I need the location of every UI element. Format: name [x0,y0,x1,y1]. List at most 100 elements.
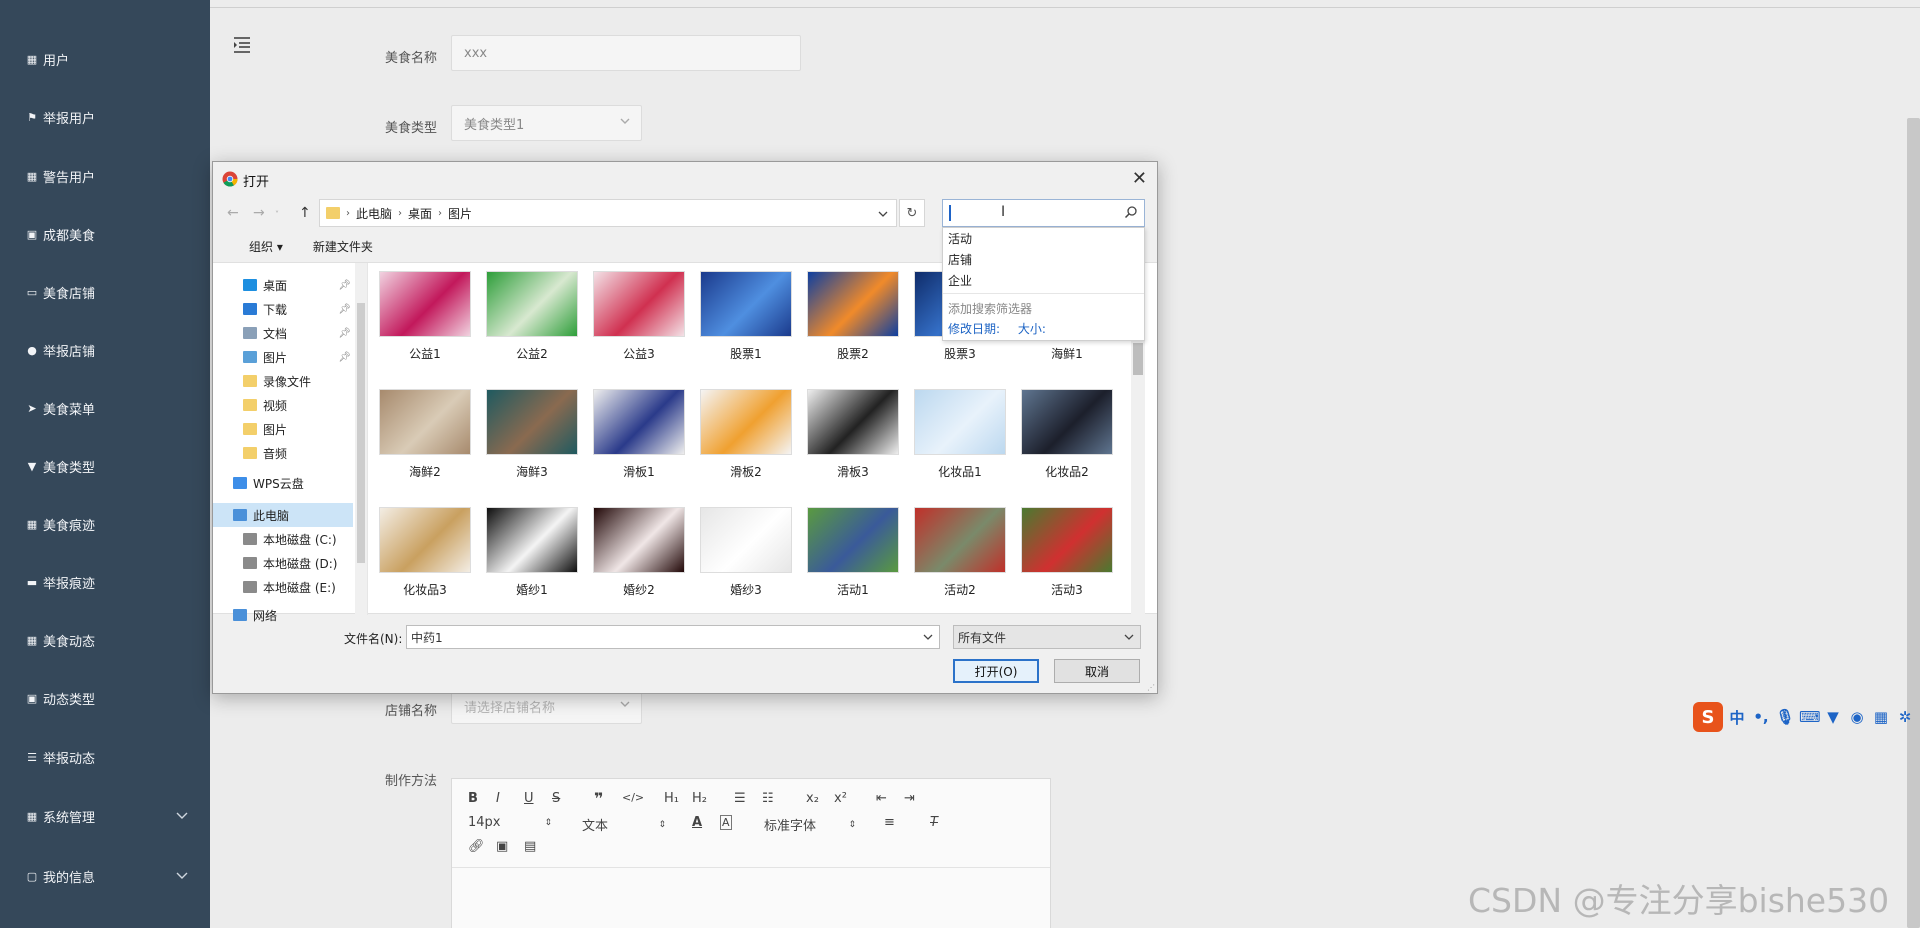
file-item[interactable]: 化妆品1 [910,385,1010,503]
file-item[interactable]: 婚纱1 [482,503,582,615]
chevron-down-icon[interactable] [923,632,933,642]
shirt-icon[interactable]: ▼ [1823,708,1843,726]
code-button[interactable]: </> [622,791,644,804]
file-item[interactable]: 活动3 [1017,503,1117,615]
bold-button[interactable]: B [468,791,478,806]
breadcrumb-item[interactable]: 桌面 [408,205,432,222]
file-item[interactable]: 股票2 [803,267,903,385]
chevron-down-icon[interactable] [878,209,888,219]
file-item[interactable]: 婚纱2 [589,503,689,615]
file-item[interactable]: 滑板2 [696,385,796,503]
file-item[interactable]: 活动1 [803,503,903,615]
sidebar-item[interactable]: ▭ 美食店铺 [0,272,210,312]
file-item[interactable]: 股票1 [696,267,796,385]
video-icon[interactable]: ▤ [524,839,536,854]
open-button[interactable]: 打开(O) [953,659,1039,683]
suggestion-item[interactable]: 企业 [943,270,1144,291]
apps-icon[interactable]: ▦ [1871,708,1891,726]
file-item[interactable]: 滑板3 [803,385,903,503]
font-color-button[interactable]: A [692,815,702,830]
file-item[interactable]: 公益1 [375,267,475,385]
sidebar-item[interactable]: ▦ 系统管理 [0,796,210,836]
page-scrollbar[interactable] [1907,118,1920,928]
tree-item[interactable]: 文档 📌︎ [213,321,353,345]
tree-item[interactable]: WPS云盘 [213,471,353,495]
sidebar-item[interactable]: ⚑ 举报用户 [0,97,210,137]
resize-grip-icon[interactable]: ⋰ [1147,683,1155,692]
address-bar[interactable]: › 此电脑 › 桌面 › 图片 [319,199,897,227]
ordered-list-button[interactable]: ☰ [734,791,746,806]
tree-item[interactable]: 视频 [213,393,353,417]
underline-button[interactable]: U [524,791,534,806]
sidebar-item[interactable]: ▦ 警告用户 [0,156,210,196]
sidebar-item[interactable]: ▦ 美食动态 [0,620,210,660]
tree-item[interactable]: 图片 [213,417,353,441]
filename-input[interactable]: 中药1 [406,625,940,649]
grid-scroll-thumb[interactable] [1133,343,1143,375]
tree-scroll-thumb[interactable] [357,303,365,563]
sidebar-item[interactable]: ☰ 举报动态 [0,737,210,777]
font-family-select[interactable]: 标准字体 ⇕ [764,815,856,834]
clear-format-button[interactable]: T [930,815,938,830]
tree-item[interactable]: 网络 [213,603,353,627]
sidebar-item[interactable]: ▬ 举报痕迹 [0,562,210,602]
sogou-logo-icon[interactable]: S [1693,702,1723,732]
italic-button[interactable]: I [496,791,500,806]
settings-icon[interactable]: ✲ [1895,708,1915,726]
sidebar-item[interactable]: ➤ 美食菜单 [0,388,210,428]
suggestion-item[interactable]: 活动 [943,228,1144,249]
file-item[interactable]: 海鲜2 [375,385,475,503]
cancel-button[interactable]: 取消 [1054,659,1140,683]
new-folder-button[interactable]: 新建文件夹 [313,238,373,255]
file-item[interactable]: 活动2 [910,503,1010,615]
food-name-input[interactable]: xxx [451,35,801,71]
indent-button[interactable]: ⇥ [904,791,915,806]
h2-button[interactable]: H₂ [692,791,707,806]
outdent-button[interactable]: ⇤ [876,791,887,806]
gamepad-icon[interactable]: ◉ [1847,708,1867,726]
superscript-button[interactable]: x² [834,791,847,806]
rich-text-editor[interactable]: B I U S ❞ </> H₁ H₂ ☰ ☷ x₂ x² ⇤ ⇥ 14px ⇕ … [451,778,1051,928]
file-item[interactable]: 婚纱3 [696,503,796,615]
subscript-button[interactable]: x₂ [806,791,819,806]
tree-item[interactable]: 此电脑 [213,503,353,527]
sidebar-item[interactable]: ▣ 动态类型 [0,678,210,718]
filter-modified-date[interactable]: 修改日期: [948,322,1000,336]
align-button[interactable]: ≡ [884,815,895,830]
back-icon[interactable]: ← [227,205,239,221]
block-type-select[interactable]: 文本 ⇕ [582,815,666,834]
keyboard-icon[interactable]: ⌨ [1799,708,1821,726]
tree-item[interactable]: 桌面 📌︎ [213,273,353,297]
recent-dropdown-icon[interactable]: ˅ [275,210,279,219]
file-item[interactable]: 化妆品3 [375,503,475,615]
file-item[interactable]: 化妆品2 [1017,385,1117,503]
close-icon[interactable]: ✕ [1132,168,1147,189]
up-icon[interactable]: ↑ [299,205,311,221]
tree-item[interactable]: 下载 📌︎ [213,297,353,321]
h1-button[interactable]: H₁ [664,791,679,806]
breadcrumb-item[interactable]: 此电脑 [356,205,392,222]
file-item[interactable]: 公益2 [482,267,582,385]
breadcrumb-item[interactable]: 图片 [448,205,472,222]
ime-mode[interactable]: 中 [1727,707,1747,728]
sidebar-item[interactable]: ▦ 用户 [0,39,210,79]
bullet-list-button[interactable]: ☷ [762,791,774,806]
refresh-icon[interactable]: ↻ [899,199,925,227]
sidebar-item[interactable]: ▦ 美食痕迹 [0,504,210,544]
search-input[interactable]: I [942,199,1145,227]
punctuation-icon[interactable]: •, [1751,708,1771,726]
microphone-icon[interactable]: 🎙︎ [1775,708,1795,726]
quote-button[interactable]: ❞ [594,789,603,808]
tree-item[interactable]: 音频 [213,441,353,465]
tree-item[interactable]: 本地磁盘 (E:) [213,575,353,599]
strike-button[interactable]: S [552,791,560,806]
tree-scrollbar[interactable] [355,263,367,615]
filter-size[interactable]: 大小: [1018,322,1046,336]
sidebar-item[interactable]: ▼ 美食类型 [0,446,210,486]
tree-item[interactable]: 图片 📌︎ [213,345,353,369]
tree-item[interactable]: 本地磁盘 (D:) [213,551,353,575]
sidebar-item[interactable]: ▢ 我的信息 [0,856,210,896]
font-size-select[interactable]: 14px ⇕ [468,815,552,830]
organize-button[interactable]: 组织 ▾ [231,238,283,255]
menu-toggle-icon[interactable] [232,36,252,58]
